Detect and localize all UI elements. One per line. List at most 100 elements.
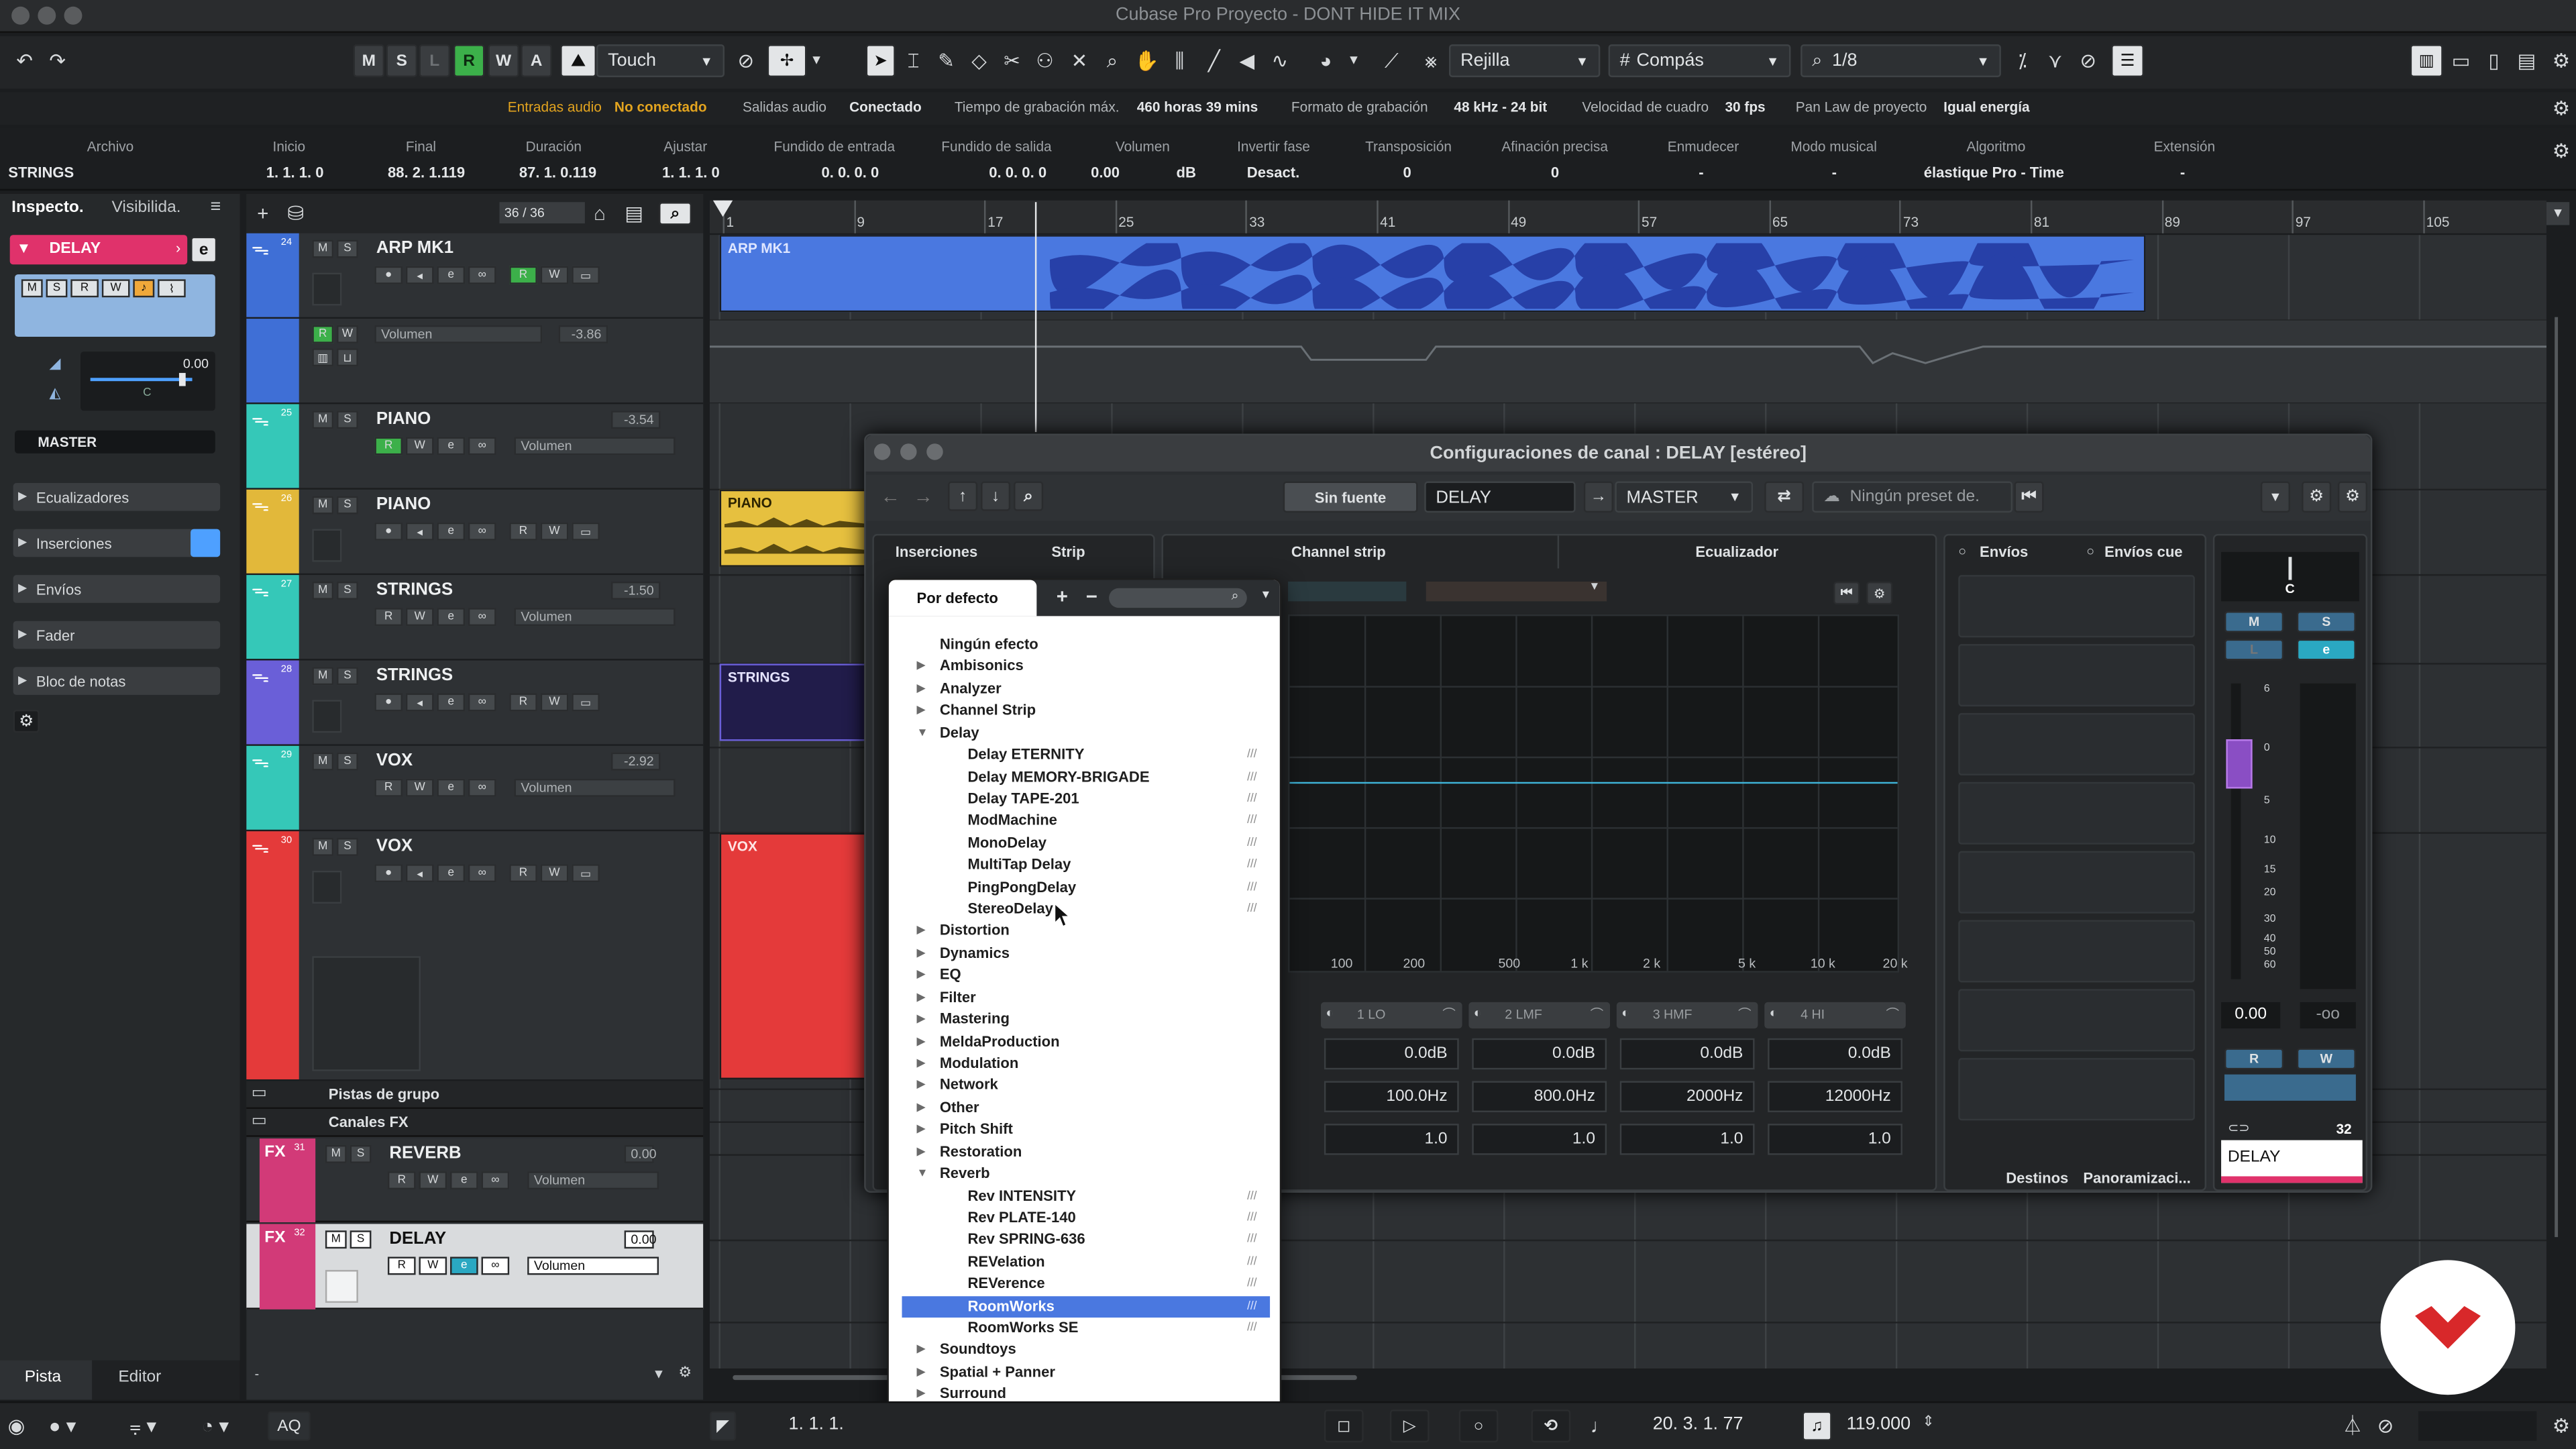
band-gain[interactable]: 0.0dB [1768, 1038, 1902, 1070]
gear-icon[interactable]: ⚙ [2548, 44, 2574, 77]
solo-button[interactable]: S [350, 1230, 372, 1249]
inspector-gear-icon[interactable]: ⚙ [13, 709, 40, 733]
plugin-category[interactable]: ▶ Mastering [889, 1009, 1280, 1031]
lanes-icon[interactable]: ▭ [572, 864, 600, 883]
mute-button[interactable]: M [325, 1230, 347, 1249]
band-q[interactable]: 1.0 [1619, 1124, 1755, 1155]
lanes-icon[interactable]: ⌇ [158, 279, 186, 298]
write-button[interactable]: W [540, 266, 569, 284]
link-icon[interactable]: ∞ [468, 437, 496, 455]
section-sends[interactable]: Envíos [13, 575, 221, 603]
stop-button[interactable]: ◻ [1324, 1409, 1364, 1443]
group-folder[interactable]: ▭ Pistas de grupo [246, 1081, 704, 1110]
edit-icon[interactable]: e [450, 1171, 478, 1190]
mute-button[interactable]: M [312, 411, 334, 429]
tab-editor[interactable]: Editor [92, 1360, 240, 1400]
cycle-button[interactable]: ⟲ [1531, 1409, 1571, 1443]
lanes-icon[interactable]: ▭ [572, 693, 600, 712]
band-gain[interactable]: 0.0dB [1619, 1038, 1755, 1070]
left-locator-icon[interactable]: ◤ [709, 1411, 737, 1441]
tab-cue-sends[interactable]: Envíos cue [2104, 544, 2182, 560]
track-name[interactable]: VOX [376, 837, 413, 856]
edit-icon[interactable]: e [437, 864, 466, 883]
plugin-item[interactable]: Delay TAPE-201/// [889, 788, 1280, 810]
split-tool-icon[interactable]: ✂ [998, 44, 1027, 77]
solo-button[interactable]: S [2296, 611, 2356, 633]
volume-lane[interactable]: Volumen [527, 1171, 659, 1190]
read-button[interactable]: R [387, 1171, 416, 1190]
list-icon[interactable]: ▤ [621, 197, 647, 230]
eq-preset-select[interactable]: ▼ [1426, 581, 1607, 602]
glue-tool-icon[interactable]: ⚇ [1030, 44, 1060, 77]
track-name[interactable]: DELAY [389, 1229, 446, 1248]
plugin-category[interactable]: ▶ Distortion [889, 921, 1280, 943]
mute-button[interactable]: M [312, 239, 334, 258]
cursor-mode-icon[interactable]: ✢ [767, 44, 807, 78]
grid-type-select[interactable]: Rejilla ▼ [1449, 44, 1601, 78]
back-icon[interactable]: ← [875, 480, 905, 513]
snap-toggle-icon[interactable]: ⨳ [1416, 44, 1446, 77]
show-lanes-icon[interactable]: ▥ [312, 348, 334, 367]
tab-panning[interactable]: Panoramizaci... [2083, 1170, 2190, 1186]
record-enable-button[interactable]: ● [374, 522, 403, 541]
channel-name-field[interactable]: DELAY [1424, 481, 1576, 513]
band-power-icon[interactable]: ◐ [1474, 1006, 1482, 1020]
track-volume[interactable]: -3.54 [611, 411, 661, 429]
solo-button[interactable]: S [337, 837, 358, 856]
write-button[interactable]: W [405, 437, 434, 455]
plugin-category[interactable]: ▶ Channel Strip [889, 700, 1280, 722]
solo-button[interactable]: S [46, 279, 68, 298]
info-start-value[interactable]: 1. 1. 1. 0 [266, 164, 324, 180]
monitor-button[interactable]: ◂ [405, 522, 434, 541]
autoscroll-dropdown-icon[interactable]: ▼ [1344, 44, 1363, 77]
plugin-category[interactable]: ▶ Other [889, 1097, 1280, 1119]
cue-power-icon[interactable]: ○ [2086, 544, 2094, 559]
undo-icon[interactable]: ↶ [10, 44, 40, 77]
edit-icon[interactable]: e [437, 693, 466, 712]
write-button[interactable]: W [419, 1256, 447, 1275]
info-gear-icon[interactable]: ⚙ [2548, 135, 2574, 168]
track-name[interactable]: ARP MK1 [376, 238, 453, 258]
eq-preset-field[interactable] [1288, 581, 1407, 602]
cursor-mode-dropdown-icon[interactable]: ▼ [806, 44, 826, 77]
write-button[interactable]: W [101, 279, 130, 298]
band-frequency[interactable]: 2000Hz [1619, 1081, 1755, 1112]
automation-parameter[interactable]: Volumen [374, 325, 543, 343]
edit-channel-icon[interactable]: e [2296, 639, 2356, 661]
plugin-category[interactable]: ▶ Restoration [889, 1141, 1280, 1163]
input-routing-button[interactable]: Sin fuente [1283, 481, 1418, 513]
fader-rail[interactable] [2231, 683, 2241, 979]
track-name[interactable]: STRINGS [376, 580, 453, 599]
read-button[interactable]: R [374, 437, 403, 455]
info-phase-value[interactable]: Desact. [1247, 164, 1299, 180]
iterative-quantize-icon[interactable]: ⁒ [2008, 44, 2037, 77]
record-mode-icon[interactable]: ● ▾ [43, 1409, 83, 1442]
volume-lane[interactable]: Volumen [514, 608, 676, 627]
search-icon[interactable]: ⌕ [1014, 481, 1044, 511]
audio-performance-icon[interactable]: ◉ [3, 1409, 30, 1442]
automation-value[interactable]: -3.86 [558, 325, 608, 343]
remove-collection-icon[interactable]: − [1086, 585, 1097, 608]
automation-lane[interactable] [709, 320, 2546, 403]
solo-button[interactable]: S [337, 496, 358, 515]
auto-quantize-button[interactable]: AQ [268, 1411, 311, 1441]
right-zone-icon[interactable]: ▯ [2479, 44, 2509, 77]
band-shape-icon[interactable]: ⌒ [1738, 1006, 1752, 1024]
comp-tool-icon[interactable]: ⫼ [1165, 44, 1194, 77]
add-track-icon[interactable]: + [250, 197, 276, 230]
plugin-item[interactable]: REVelation/// [889, 1252, 1280, 1274]
track-volume[interactable]: -1.50 [611, 581, 661, 600]
eq-band-header[interactable]: ◐ 2 LMF ⌒ [1468, 1002, 1611, 1029]
monitor-icon[interactable]: ♪ [133, 279, 155, 298]
pan-display[interactable]: C [2221, 551, 2359, 602]
channel-strip-header[interactable]: Channel strip [1291, 544, 1386, 560]
grid-value-select[interactable]: # Compás ▼ [1608, 44, 1791, 78]
band-frequency[interactable]: 12000Hz [1768, 1081, 1902, 1112]
zoom-gear-icon[interactable]: ⚙ [678, 1364, 692, 1382]
left-zone-icon[interactable]: ▥ [2410, 44, 2443, 78]
link-icon[interactable]: ∞ [468, 266, 496, 284]
volume-lane[interactable]: Volumen [514, 778, 676, 797]
volume-lane[interactable]: Volumen [527, 1256, 659, 1275]
plugin-item[interactable]: Rev SPRING-636/// [889, 1230, 1280, 1252]
track-row[interactable]: ᯓ 30 M S VOX ● ◂ e ∞ R W ▭ [246, 831, 704, 1081]
